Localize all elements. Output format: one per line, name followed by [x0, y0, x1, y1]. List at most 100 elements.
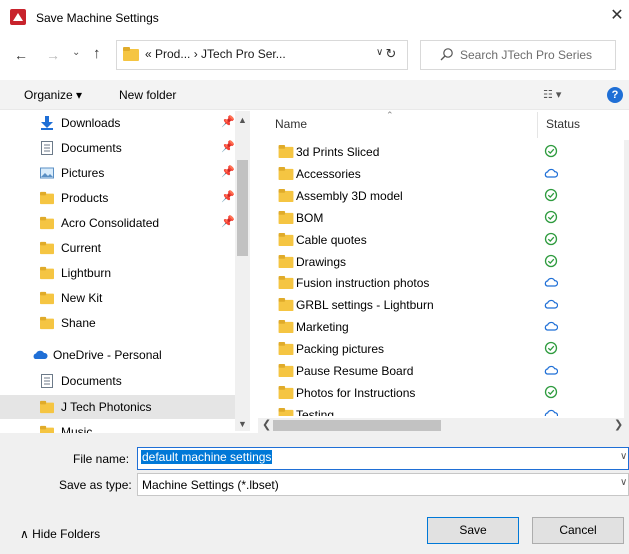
list-item[interactable]: Testing: [258, 405, 624, 416]
sidebar-item[interactable]: Documents: [0, 369, 235, 393]
folder-icon: [123, 47, 139, 61]
file-name-chevron-down-icon[interactable]: ∨: [620, 451, 627, 462]
sidebar-item[interactable]: Downloads 📌: [0, 111, 235, 135]
folder-icon: [40, 291, 54, 305]
file-name: Drawings: [296, 255, 347, 269]
synced-check-icon: [544, 210, 558, 224]
file-name-label: File name:: [73, 452, 130, 466]
file-name: Pause Resume Board: [296, 364, 414, 378]
save-as-type-label: Save as type:: [59, 478, 132, 492]
sidebar-item[interactable]: Lightburn: [0, 261, 235, 285]
synced-check-icon: [544, 144, 558, 158]
folder-icon: [278, 276, 294, 289]
synced-check-icon: [544, 254, 558, 268]
sidebar-item-label: Current: [61, 241, 102, 255]
folder-icon: [40, 400, 54, 414]
save-as-type-value[interactable]: Machine Settings (*.lbset): [142, 478, 279, 492]
list-item[interactable]: Photos for Instructions: [258, 383, 624, 405]
folder-icon: [278, 298, 294, 311]
scroll-right-icon[interactable]: ❯: [614, 418, 623, 431]
pin-icon: 📌: [221, 166, 235, 178]
refresh-icon[interactable]: ↻: [381, 46, 401, 62]
save-as-type-chevron-down-icon[interactable]: ∨: [620, 477, 627, 488]
sidebar-item-label: J Tech Photonics: [61, 400, 152, 414]
sidebar-item-label: Pictures: [61, 166, 105, 180]
address-path[interactable]: « Prod... › JTech Pro Ser...: [145, 47, 286, 61]
onedrive-icon: [33, 350, 48, 359]
sidebar-item[interactable]: Shane: [0, 311, 235, 335]
synced-check-icon: [544, 188, 558, 202]
nav-scrollbar[interactable]: [235, 111, 250, 431]
horizontal-scroll-thumb[interactable]: [273, 420, 441, 431]
column-divider[interactable]: [537, 112, 538, 138]
file-name: Packing pictures: [296, 342, 385, 356]
file-name: Assembly 3D model: [296, 189, 403, 203]
folder-icon: [40, 316, 54, 330]
list-item[interactable]: Fusion instruction photos: [258, 273, 624, 295]
search-icon: [440, 48, 453, 61]
file-list-vertical-scrollbar[interactable]: [624, 140, 629, 418]
folder-icon: [278, 386, 294, 399]
view-options-icon[interactable]: ☷ ▾: [543, 88, 561, 101]
sidebar-item[interactable]: J Tech Photonics: [0, 395, 235, 419]
column-header-name[interactable]: Name: [275, 117, 307, 131]
folder-icon: [278, 364, 294, 377]
search-placeholder: Search JTech Pro Series: [460, 48, 593, 62]
sidebar-item[interactable]: OneDrive - Personal: [0, 343, 235, 367]
synced-check-icon: [544, 385, 558, 399]
file-name: Marketing: [296, 320, 349, 334]
back-arrow-icon[interactable]: ←: [14, 47, 28, 63]
file-name: Accessories: [296, 167, 361, 181]
up-arrow-icon[interactable]: ↑: [93, 45, 101, 62]
document-icon: [41, 374, 53, 388]
sidebar-item[interactable]: Products 📌: [0, 186, 235, 210]
cloud-icon: [544, 365, 558, 375]
cancel-button[interactable]: Cancel: [532, 517, 624, 544]
synced-check-icon: [544, 232, 558, 246]
list-item[interactable]: GRBL settings - Lightburn: [258, 295, 624, 317]
scroll-up-icon[interactable]: ▲: [238, 115, 247, 125]
file-name: GRBL settings - Lightburn: [296, 298, 434, 312]
column-header-status[interactable]: Status: [546, 117, 580, 131]
sidebar-item[interactable]: Pictures 📌: [0, 161, 235, 185]
window-title: Save Machine Settings: [36, 11, 159, 25]
list-item[interactable]: Assembly 3D model: [258, 186, 624, 208]
sidebar-item[interactable]: Acro Consolidated 📌: [0, 211, 235, 235]
list-item[interactable]: Drawings: [258, 252, 624, 274]
list-item[interactable]: Accessories: [258, 164, 624, 186]
hide-folders-button[interactable]: ∧ Hide Folders: [20, 527, 100, 541]
help-icon[interactable]: ?: [607, 87, 623, 103]
file-name: Photos for Instructions: [296, 386, 416, 400]
recent-locations-chevron-icon[interactable]: ⌄: [72, 47, 80, 58]
forward-arrow-icon[interactable]: →: [46, 47, 60, 63]
list-item[interactable]: Pause Resume Board: [258, 361, 624, 383]
save-button[interactable]: Save: [427, 517, 519, 544]
scroll-left-icon[interactable]: ❮: [262, 418, 271, 431]
cloud-icon: [544, 321, 558, 331]
pin-icon: 📌: [221, 141, 235, 153]
folder-icon: [40, 216, 54, 230]
sidebar-item[interactable]: Documents 📌: [0, 136, 235, 160]
synced-check-icon: [544, 341, 558, 355]
pin-icon: 📌: [221, 191, 235, 203]
new-folder-button[interactable]: New folder: [119, 88, 176, 102]
file-name: Fusion instruction photos: [296, 276, 430, 290]
sidebar-item[interactable]: New Kit: [0, 286, 235, 310]
close-button[interactable]: ✕: [607, 6, 627, 26]
pictures-icon: [40, 167, 54, 179]
list-item[interactable]: Cable quotes: [258, 230, 624, 252]
organize-button[interactable]: Organize ▾: [24, 88, 82, 102]
sidebar-item[interactable]: Current: [0, 236, 235, 260]
list-item[interactable]: 3d Prints Sliced: [258, 142, 624, 164]
scroll-down-icon[interactable]: ▼: [238, 419, 247, 429]
list-item[interactable]: BOM: [258, 208, 624, 230]
nav-scroll-thumb[interactable]: [237, 160, 248, 256]
sidebar-item-label: Documents: [61, 141, 122, 155]
list-item[interactable]: Marketing: [258, 317, 624, 339]
file-name-value[interactable]: default machine settings: [141, 450, 273, 464]
list-item[interactable]: Packing pictures: [258, 339, 624, 361]
folder-icon: [278, 255, 294, 268]
sidebar-item-label: Acro Consolidated: [61, 216, 160, 230]
sidebar-item-label: Products: [61, 191, 109, 205]
cloud-icon: [544, 277, 558, 287]
